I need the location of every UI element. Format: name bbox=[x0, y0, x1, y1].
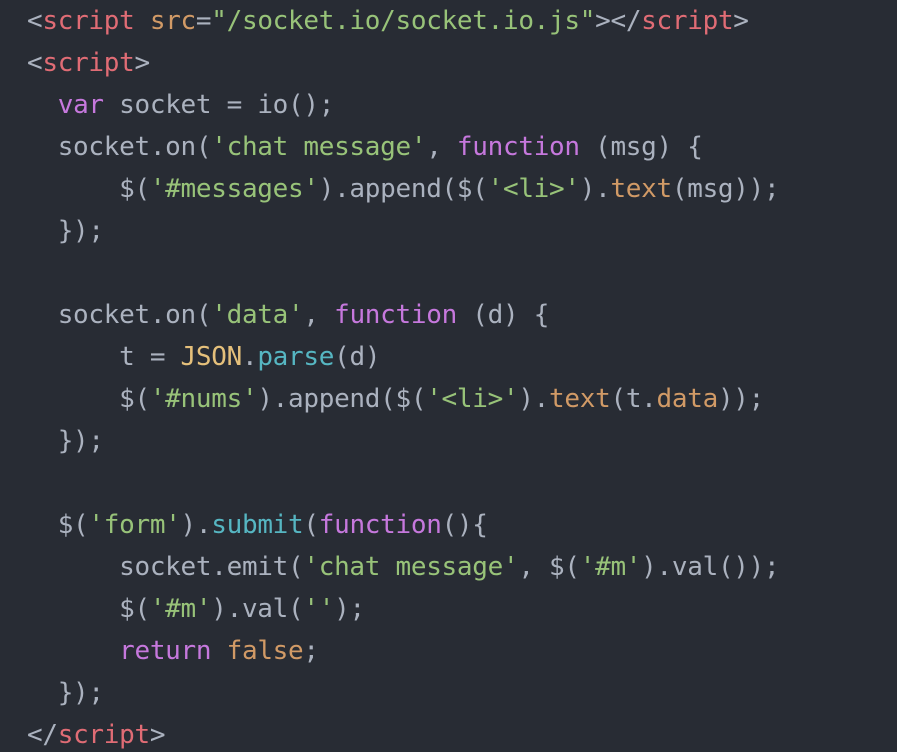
code-editor[interactable]: <script src="/socket.io/socket.io.js"></… bbox=[0, 0, 897, 752]
code-token-plain: ).val( bbox=[211, 594, 304, 624]
code-token-string: '' bbox=[303, 594, 335, 624]
code-token-attr: false bbox=[226, 636, 304, 666]
code-token-plain: ; bbox=[303, 636, 319, 666]
code-token-prop: text bbox=[549, 384, 611, 414]
code-token-punct: ></ bbox=[595, 6, 642, 36]
code-token-plain: (msg)); bbox=[671, 174, 780, 204]
code-token-string: '#messages' bbox=[149, 174, 319, 204]
code-line: </script> bbox=[27, 714, 779, 752]
code-token-punct: < bbox=[27, 48, 43, 78]
code-token-keyword: function bbox=[318, 510, 442, 540]
code-token-plain: }); bbox=[27, 678, 104, 708]
code-token-string: 'data' bbox=[211, 300, 304, 330]
code-token-plain: }); bbox=[27, 426, 104, 456]
code-token-string: 'chat message' bbox=[303, 552, 519, 582]
code-token-string: '<li>' bbox=[426, 384, 519, 414]
code-token-plain: (t. bbox=[610, 384, 657, 414]
code-token-builtin: JSON bbox=[180, 342, 243, 372]
code-token-plain: (){ bbox=[441, 510, 488, 540]
code-token-punct: > bbox=[733, 6, 749, 36]
code-token-plain: . bbox=[241, 342, 258, 372]
code-token-plain: socket.on( bbox=[27, 132, 212, 162]
code-token-plain: $( bbox=[27, 510, 89, 540]
code-token-attr: src bbox=[149, 6, 196, 36]
code-token-plain: ).append($( bbox=[257, 384, 427, 414]
code-token-plain: }); bbox=[27, 216, 104, 246]
code-token-method: parse bbox=[257, 342, 335, 372]
code-token-plain: ). bbox=[518, 384, 550, 414]
code-token-string: '#m' bbox=[579, 552, 642, 582]
code-line: socket.emit('chat message', $('#m').val(… bbox=[27, 546, 780, 588]
code-token-string: '#m' bbox=[149, 594, 212, 624]
code-line: socket.on('chat message', function (msg)… bbox=[27, 126, 779, 168]
code-token-plain: , $( bbox=[518, 552, 580, 582]
code-token-punct: > bbox=[134, 48, 150, 78]
code-line: $('#m').val(''); bbox=[27, 588, 779, 630]
code-token-plain: ).append($( bbox=[318, 174, 488, 204]
code-token-plain: ). bbox=[180, 510, 212, 540]
code-token-prop: data bbox=[656, 384, 719, 414]
code-line: t = JSON.parse(d) bbox=[27, 336, 779, 378]
code-token-punct: </ bbox=[27, 720, 58, 750]
code-token-plain: = bbox=[195, 6, 212, 36]
code-token-tag: script bbox=[641, 6, 734, 36]
code-line: <script> bbox=[27, 42, 779, 84]
code-token-plain: $( bbox=[27, 594, 150, 624]
code-token-plain: socket.emit( bbox=[27, 552, 304, 582]
code-token-plain: socket = io(); bbox=[103, 90, 335, 120]
code-line: $('form').submit(function(){ bbox=[27, 504, 779, 546]
code-token-keyword: function bbox=[334, 300, 457, 330]
code-token-string: "/socket.io/socket.io.js" bbox=[211, 6, 596, 36]
code-token-keyword: var bbox=[57, 90, 104, 120]
code-line: }); bbox=[27, 420, 779, 462]
code-token-punct: > bbox=[149, 720, 166, 750]
code-token-plain: (d) { bbox=[456, 300, 550, 330]
code-line: <script src="/socket.io/socket.io.js"></… bbox=[27, 0, 779, 42]
code-line: ​ bbox=[27, 462, 779, 504]
code-line: return false; bbox=[27, 630, 779, 672]
code-token-plain: ). bbox=[579, 174, 611, 204]
code-token-plain: , bbox=[426, 132, 457, 162]
code-line: var socket = io(); bbox=[27, 84, 779, 126]
code-token-plain: , bbox=[303, 300, 335, 330]
code-token-string: '<li>' bbox=[487, 174, 580, 204]
code-token-keyword: return bbox=[119, 636, 212, 666]
code-token-plain: (d) bbox=[334, 342, 381, 372]
code-token-plain: )); bbox=[717, 384, 765, 414]
code-line: socket.on('data', function (d) { bbox=[27, 294, 779, 336]
code-token-tag: script bbox=[42, 48, 135, 78]
code-token-method: submit bbox=[211, 510, 304, 540]
code-token-tag: script bbox=[57, 720, 150, 750]
code-token-string: 'chat message' bbox=[211, 132, 427, 162]
code-line: $('#nums').append($('<li>').text(t.data)… bbox=[27, 378, 779, 420]
code-token-plain: ( bbox=[303, 510, 319, 540]
code-token-plain: t = bbox=[27, 342, 181, 372]
code-token-string: 'form' bbox=[88, 510, 181, 540]
code-token-plain: ).val()); bbox=[641, 552, 780, 582]
code-token-plain: socket.on( bbox=[27, 300, 212, 330]
code-line: ​ bbox=[27, 252, 779, 294]
code-token-prop: text bbox=[610, 174, 672, 204]
code-token-tag: script bbox=[42, 6, 135, 36]
code-token-keyword: function bbox=[456, 132, 580, 162]
code-token-plain: $( bbox=[27, 174, 150, 204]
code-line: }); bbox=[27, 210, 779, 252]
code-token-string: '#nums' bbox=[149, 384, 258, 414]
code-token-punct: < bbox=[27, 6, 43, 36]
code-token-plain: ); bbox=[334, 594, 365, 624]
code-token-plain: $( bbox=[27, 384, 150, 414]
code-token-plain: (msg) { bbox=[579, 132, 703, 162]
code-block[interactable]: <script src="/socket.io/socket.io.js"></… bbox=[27, 0, 780, 752]
code-line: }); bbox=[27, 672, 779, 714]
code-line: $('#messages').append($('<li>').text(msg… bbox=[27, 168, 780, 210]
